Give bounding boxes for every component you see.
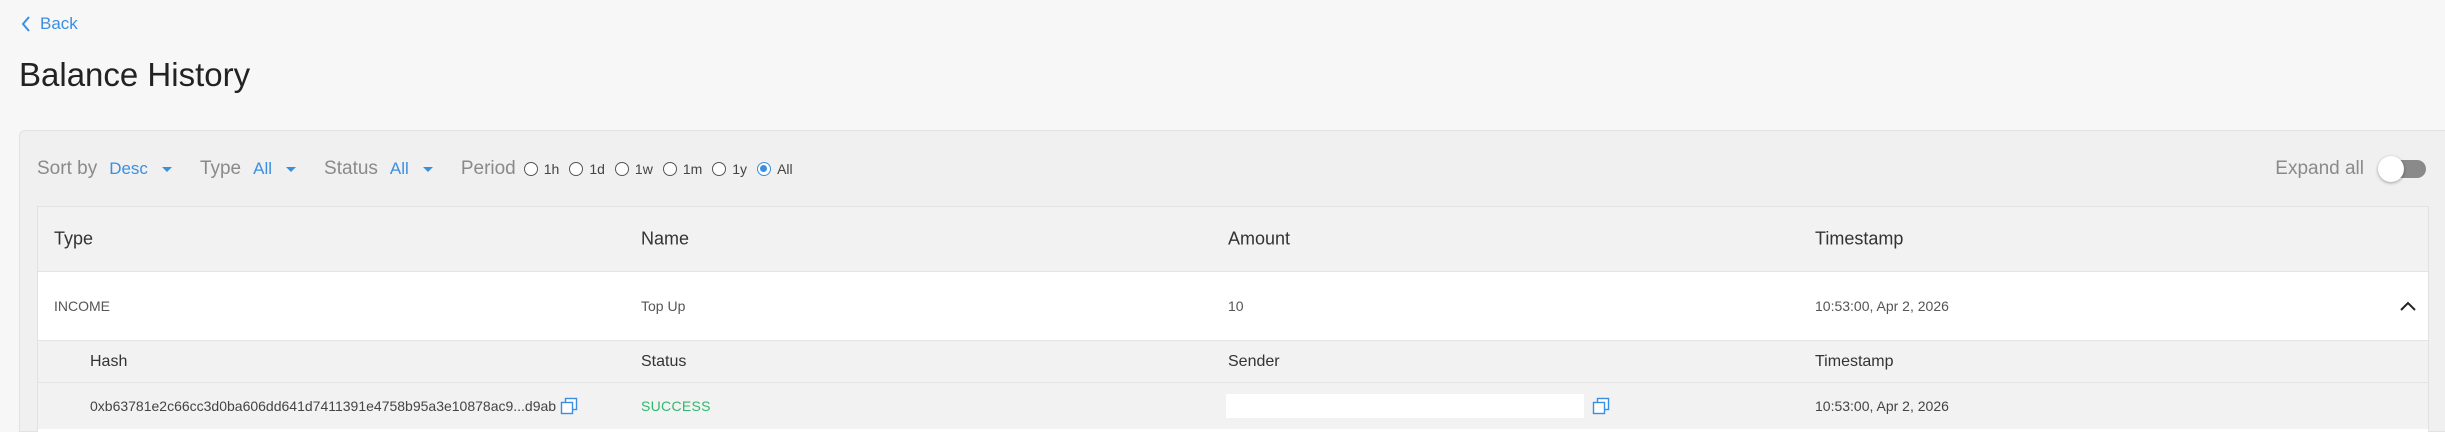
detail-header-timestamp: Timestamp: [1815, 352, 1894, 370]
status-badge: SUCCESS: [641, 398, 711, 414]
row-timestamp: 10:53:00, Apr 2, 2026: [1815, 298, 1949, 314]
expand-all-toggle[interactable]: [2378, 156, 2426, 182]
caret-down-icon: [286, 166, 297, 172]
period-option-label: 1d: [589, 161, 605, 177]
status-value: All: [389, 159, 409, 178]
chevron-left-icon: [21, 16, 30, 32]
column-header-name: Name: [641, 228, 690, 249]
table-row[interactable]: INCOME Top Up 10 10:53:00, Apr 2, 2026: [38, 272, 2428, 341]
radio-button[interactable]: [614, 162, 629, 176]
expand-all-control: Expand all: [2275, 151, 2426, 187]
back-link[interactable]: Back: [20, 14, 78, 34]
radio-button[interactable]: [662, 162, 677, 176]
caret-down-icon: [161, 166, 172, 172]
copy-icon[interactable]: [560, 397, 578, 415]
period-option-1m[interactable]: 1m: [662, 161, 703, 177]
detail-row: 0xb63781e2c66cc3d0ba606dd641d7411391e475…: [38, 383, 2428, 429]
detail-header-hash: Hash: [90, 352, 128, 370]
column-header-type: Type: [54, 228, 94, 249]
period-option-label: 1m: [682, 161, 703, 177]
row-amount: 10: [1228, 298, 1244, 314]
hash-cell: 0xb63781e2c66cc3d0ba606dd641d7411391e475…: [90, 397, 578, 415]
status-dropdown[interactable]: All: [390, 159, 461, 179]
period-option-1w[interactable]: 1w: [614, 161, 653, 177]
row-type: INCOME: [54, 298, 110, 314]
sort-dropdown[interactable]: Desc: [109, 159, 200, 179]
sender-cell: [1226, 394, 1610, 418]
sort-value: Desc: [109, 159, 148, 178]
row-name: Top Up: [641, 298, 686, 314]
radio-button[interactable]: [712, 162, 727, 176]
chevron-up-icon[interactable]: [2398, 299, 2418, 313]
period-option-all[interactable]: All: [757, 161, 793, 177]
detail-header-status: Status: [641, 352, 687, 370]
detail-header: Hash Status Sender Timestamp: [38, 341, 2428, 383]
hash-value: 0xb63781e2c66cc3d0ba606dd641d7411391e475…: [90, 398, 557, 414]
period-option-label: All: [777, 161, 793, 177]
radio-button[interactable]: [523, 162, 538, 176]
type-label: Type: [199, 158, 242, 179]
table-header: Type Name Amount Timestamp: [38, 207, 2428, 272]
copy-icon[interactable]: [1592, 397, 1610, 415]
period-label: Period: [460, 158, 516, 179]
detail-timestamp: 10:53:00, Apr 2, 2026: [1815, 398, 1949, 414]
column-header-timestamp: Timestamp: [1815, 228, 1904, 249]
period-option-label: 1h: [543, 161, 560, 177]
toggle-knob: [2378, 156, 2404, 182]
period-option-1d[interactable]: 1d: [569, 161, 605, 177]
detail-header-sender: Sender: [1228, 352, 1280, 370]
period-option-1y[interactable]: 1y: [712, 161, 747, 177]
sender-field[interactable]: [1226, 394, 1584, 418]
filter-bar: Sort by Desc Type All Status All Period …: [37, 151, 803, 187]
period-radio-group: 1h 1d 1w 1m 1y All: [523, 161, 803, 177]
expand-all-label: Expand all: [2275, 158, 2364, 179]
column-header-amount: Amount: [1228, 228, 1291, 249]
type-value: All: [253, 159, 273, 178]
status-label: Status: [324, 158, 378, 179]
period-option-label: 1w: [634, 161, 653, 177]
balance-history-panel: Sort by Desc Type All Status All Period …: [19, 130, 2445, 432]
period-option-label: 1y: [732, 161, 748, 177]
caret-down-icon: [422, 166, 433, 172]
radio-button[interactable]: [569, 162, 584, 176]
page-title: Balance History: [19, 56, 251, 93]
radio-button-selected[interactable]: [757, 162, 772, 176]
back-label: Back: [40, 14, 78, 33]
type-dropdown[interactable]: All: [253, 159, 324, 179]
sort-label: Sort by: [37, 158, 98, 179]
history-table: Type Name Amount Timestamp INCOME Top Up…: [37, 206, 2429, 432]
period-option-1h[interactable]: 1h: [523, 161, 560, 177]
